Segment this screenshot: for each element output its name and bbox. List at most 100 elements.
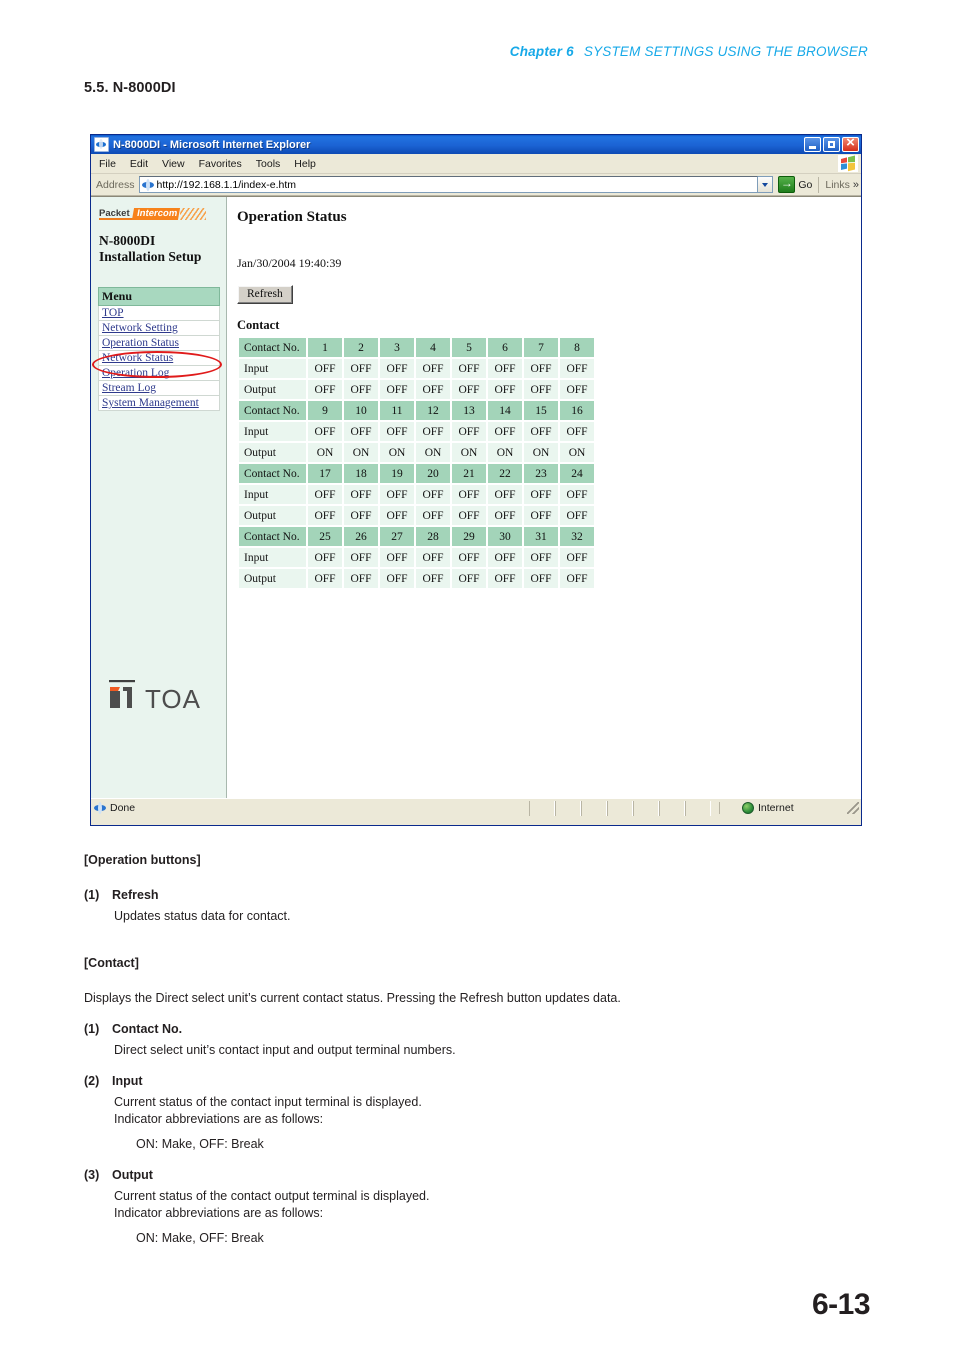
table-cell: 17 xyxy=(308,464,342,483)
table-cell: 31 xyxy=(524,527,558,546)
status-pane xyxy=(685,800,711,816)
input-item-title: Input xyxy=(112,1074,143,1088)
contact-number-row: Contact No. 1 2 3 4 5 6 7 8 xyxy=(239,338,594,357)
table-cell: 23 xyxy=(524,464,558,483)
table-cell: OFF xyxy=(416,359,450,378)
sidebar-link-top[interactable]: TOP xyxy=(102,307,124,319)
address-dropdown-icon[interactable] xyxy=(758,176,774,193)
sidebar-link-operation-log[interactable]: Operation Log xyxy=(102,367,169,379)
row-label: Input xyxy=(239,359,306,378)
links-label[interactable]: Links xyxy=(825,179,850,191)
chevron-right-icon[interactable]: » xyxy=(853,179,859,191)
menu-item-file[interactable]: File xyxy=(99,158,116,170)
status-text: Done xyxy=(110,802,136,814)
refresh-button[interactable]: Refresh xyxy=(237,285,293,304)
contact-input-row: Input OFF OFF OFF OFF OFF OFF OFF OFF xyxy=(239,485,594,504)
windows-flag-icon xyxy=(838,155,858,172)
sidebar-item-system-management[interactable]: System Management xyxy=(98,396,220,411)
page-sidebar: Packet Intercom N-8000DI Installation Se… xyxy=(91,197,227,798)
table-cell: OFF xyxy=(380,548,414,567)
row-label: Input xyxy=(239,548,306,567)
logo-intercom-text: Intercom xyxy=(131,208,180,220)
operation-buttons-heading: [Operation buttons] xyxy=(84,853,201,867)
menu-item-favorites[interactable]: Favorites xyxy=(199,158,242,170)
menu-item-help[interactable]: Help xyxy=(294,158,316,170)
toa-mark-icon xyxy=(105,678,139,712)
table-cell: 1 xyxy=(308,338,342,357)
sidebar-link-system-management[interactable]: System Management xyxy=(102,397,199,409)
table-cell: OFF xyxy=(524,359,558,378)
address-input[interactable]: http://192.168.1.1/index-e.htm xyxy=(138,176,759,193)
table-cell: OFF xyxy=(452,548,486,567)
close-button[interactable] xyxy=(842,134,859,152)
sidebar-item-operation-status[interactable]: Operation Status xyxy=(98,336,220,351)
sidebar-link-stream-log[interactable]: Stream Log xyxy=(102,382,156,394)
table-cell: ON xyxy=(524,443,558,462)
status-pane xyxy=(555,800,581,816)
table-cell: OFF xyxy=(308,548,342,567)
sidebar-item-top[interactable]: TOP xyxy=(98,306,220,321)
table-cell: OFF xyxy=(452,380,486,399)
contact-output-row: Output OFF OFF OFF OFF OFF OFF OFF OFF xyxy=(239,380,594,399)
menu-item-edit[interactable]: Edit xyxy=(130,158,148,170)
row-label: Input xyxy=(239,485,306,504)
table-cell: OFF xyxy=(380,569,414,588)
table-cell: 25 xyxy=(308,527,342,546)
product-model-label: N-8000DI xyxy=(99,233,156,248)
browser-addressbar: Address http://192.168.1.1/index-e.htm G… xyxy=(91,174,861,196)
table-cell: OFF xyxy=(416,485,450,504)
minimize-button[interactable] xyxy=(804,137,821,152)
maximize-button[interactable] xyxy=(823,137,840,152)
page-globe-icon xyxy=(141,178,154,191)
table-cell: 11 xyxy=(380,401,414,420)
security-zone-indicator[interactable]: Internet xyxy=(719,802,847,814)
table-cell: OFF xyxy=(308,422,342,441)
page-title: 5.5. N-8000DI xyxy=(84,80,176,96)
sidebar-link-network-setting[interactable]: Network Setting xyxy=(102,322,178,334)
sidebar-menu-heading: Menu xyxy=(98,287,220,306)
table-cell: ON xyxy=(560,443,594,462)
sidebar-item-network-status[interactable]: Network Status xyxy=(98,351,220,366)
go-button[interactable]: Go xyxy=(778,175,812,193)
contact-no-item: (1) Contact No. xyxy=(84,1021,874,1038)
security-zone-label: Internet xyxy=(758,802,794,814)
address-url-text: http://192.168.1.1/index-e.htm xyxy=(156,178,297,191)
table-cell: OFF xyxy=(344,380,378,399)
status-timestamp: Jan/30/2004 19:40:39 xyxy=(237,256,342,270)
contact-no-desc: Direct select unit’s contact input and o… xyxy=(114,1043,456,1057)
contact-output-row: Output OFF OFF OFF OFF OFF OFF OFF OFF xyxy=(239,506,594,525)
sidebar-link-network-status[interactable]: Network Status xyxy=(102,352,173,364)
row-label: Contact No. xyxy=(239,464,306,483)
resize-grip-icon[interactable] xyxy=(847,802,859,814)
table-cell: OFF xyxy=(344,359,378,378)
table-cell: ON xyxy=(488,443,522,462)
product-setup-label: Installation Setup xyxy=(99,249,202,264)
table-cell: 9 xyxy=(308,401,342,420)
sidebar-item-stream-log[interactable]: Stream Log xyxy=(98,381,220,396)
table-cell: 2 xyxy=(344,338,378,357)
menu-item-tools[interactable]: Tools xyxy=(256,158,281,170)
status-panes xyxy=(529,800,711,816)
status-pane xyxy=(529,800,555,816)
table-cell: OFF xyxy=(380,422,414,441)
table-cell: OFF xyxy=(308,359,342,378)
sidebar-link-operation-status[interactable]: Operation Status xyxy=(102,337,179,349)
browser-titlebar: N-8000DI - Microsoft Internet Explorer xyxy=(91,134,861,154)
table-cell: OFF xyxy=(344,485,378,504)
sidebar-menu: Menu TOP Network Setting Operation Statu… xyxy=(98,287,220,411)
row-label: Output xyxy=(239,443,306,462)
sidebar-item-operation-log[interactable]: Operation Log xyxy=(98,366,220,381)
toolbar-divider xyxy=(818,176,820,193)
status-pane xyxy=(581,800,607,816)
browser-window: N-8000DI - Microsoft Internet Explorer F… xyxy=(90,134,862,826)
table-cell: ON xyxy=(452,443,486,462)
table-cell: OFF xyxy=(560,422,594,441)
input-desc-line2: Indicator abbreviations are as follows: xyxy=(114,1112,324,1126)
menu-item-view[interactable]: View xyxy=(162,158,185,170)
browser-viewport: Packet Intercom N-8000DI Installation Se… xyxy=(91,196,861,798)
output-desc-line2: Indicator abbreviations are as follows: xyxy=(114,1206,324,1220)
table-cell: OFF xyxy=(560,380,594,399)
sidebar-item-network-setting[interactable]: Network Setting xyxy=(98,321,220,336)
